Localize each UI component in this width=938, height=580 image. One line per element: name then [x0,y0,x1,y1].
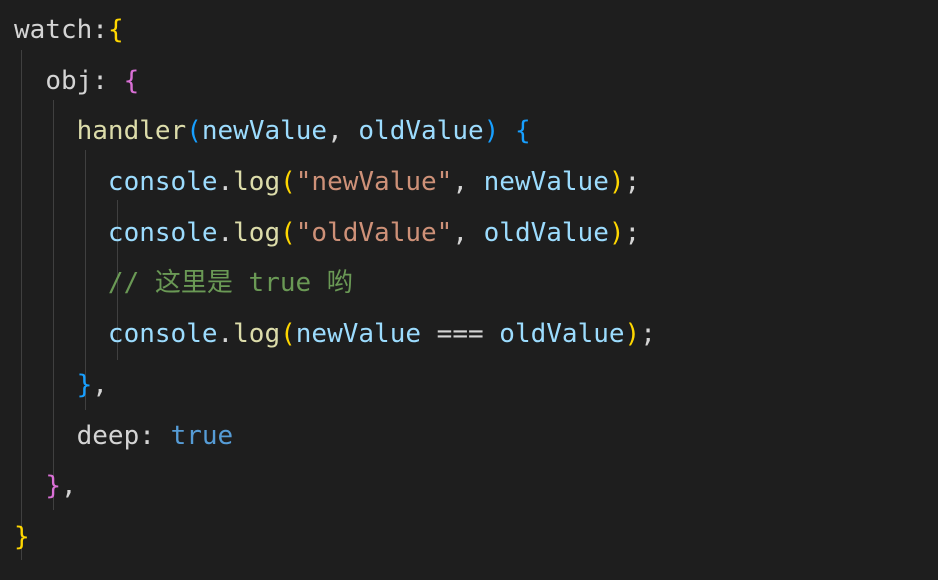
code-line-7: console.log(newValue === oldValue); [14,309,924,360]
true-literal: true [171,421,234,451]
code-line-10: }, [14,461,924,512]
obj-key: obj [45,66,92,96]
comma: , [92,370,108,400]
open-brace: { [124,66,140,96]
log-method: log [233,319,280,349]
open-paren: ( [280,167,296,197]
comma: , [61,471,77,501]
open-brace: { [515,116,531,146]
code-line-8: }, [14,360,924,411]
close-paren: ) [484,116,500,146]
log-method: log [233,167,280,197]
close-paren: ) [609,167,625,197]
code-line-11: } [14,512,924,563]
handler-name: handler [77,116,187,146]
deep-key: deep [77,421,140,451]
console-obj: console [108,167,218,197]
var-oldvalue: oldValue [499,319,624,349]
close-brace: } [45,471,61,501]
strict-eq: === [437,319,484,349]
open-brace: { [108,15,124,45]
close-brace: } [14,522,30,552]
dot: . [218,167,234,197]
close-paren: ) [625,319,641,349]
open-paren: ( [186,116,202,146]
var-newvalue: newValue [296,319,421,349]
console-obj: console [108,319,218,349]
colon: : [139,421,155,451]
semicolon: ; [625,167,641,197]
var-oldvalue: oldValue [484,218,609,248]
dot: . [218,319,234,349]
comment-text: // 这里是 true 哟 [108,268,353,298]
semicolon: ; [640,319,656,349]
close-brace: } [77,370,93,400]
open-paren: ( [280,319,296,349]
close-paren: ) [609,218,625,248]
watch-key: watch [14,15,92,45]
param-newvalue: newValue [202,116,327,146]
colon: : [92,15,108,45]
open-paren: ( [280,218,296,248]
comma: , [327,116,343,146]
semicolon: ; [625,218,641,248]
dot: . [218,218,234,248]
comma: , [452,218,468,248]
code-line-2: obj: { [14,56,924,107]
comma: , [452,167,468,197]
param-oldvalue: oldValue [358,116,483,146]
code-line-9: deep: true [14,411,924,462]
console-obj: console [108,218,218,248]
code-line-1: watch:{ [14,5,924,56]
var-newvalue: newValue [484,167,609,197]
string-newvalue: "newValue" [296,167,453,197]
code-line-4: console.log("newValue", newValue); [14,157,924,208]
log-method: log [233,218,280,248]
code-line-3: handler(newValue, oldValue) { [14,106,924,157]
string-oldvalue: "oldValue" [296,218,453,248]
code-line-6: // 这里是 true 哟 [14,258,924,309]
code-line-5: console.log("oldValue", oldValue); [14,208,924,259]
colon: : [92,66,108,96]
